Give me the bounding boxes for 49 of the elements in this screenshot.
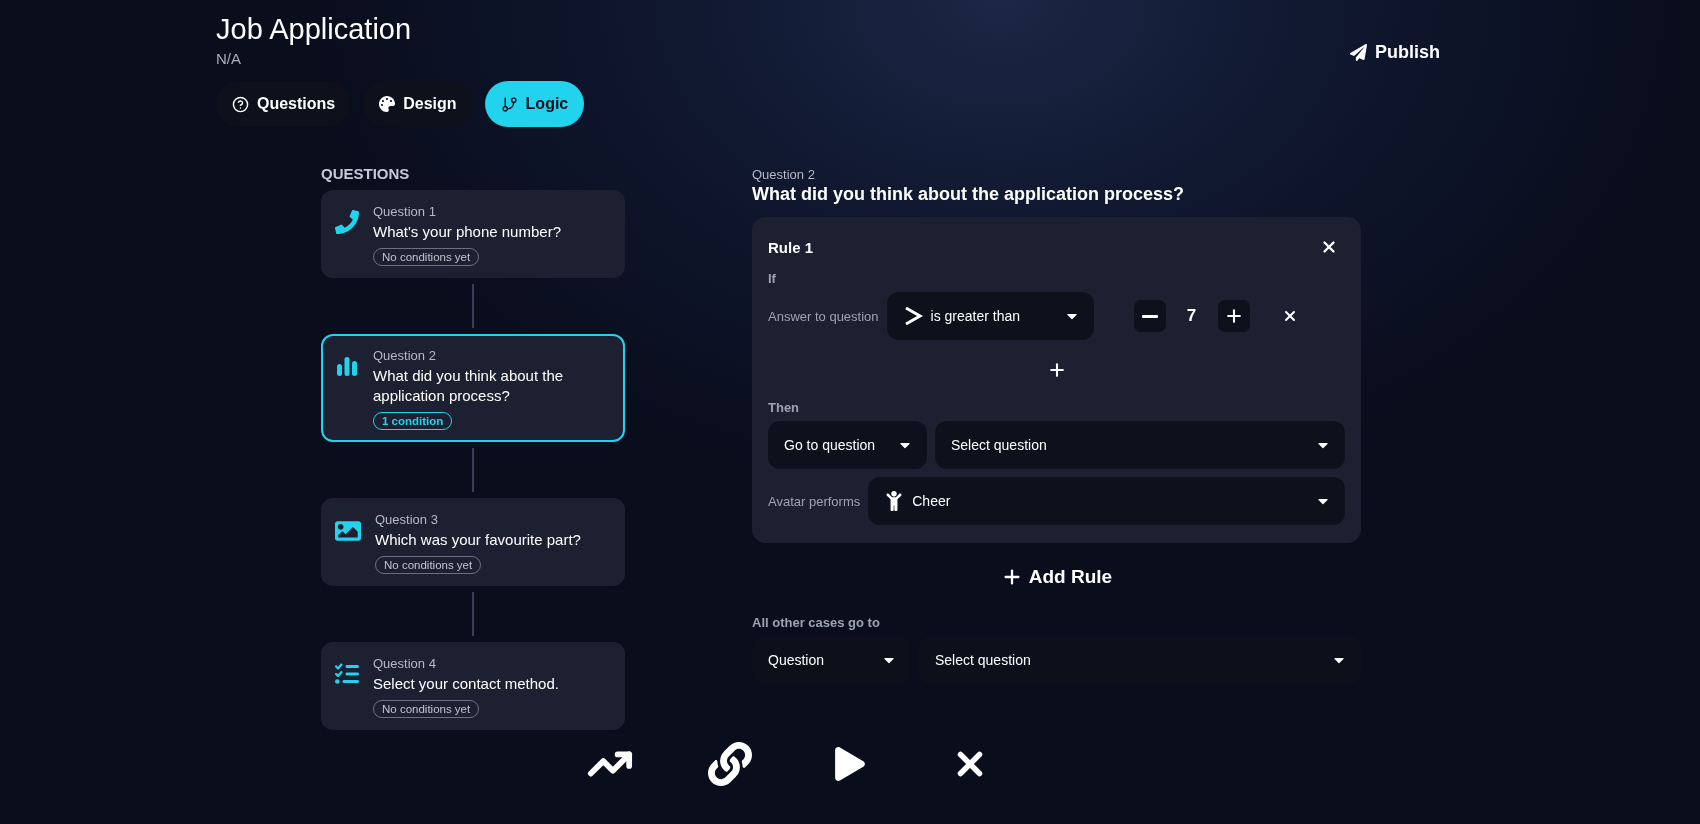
question-number: Question 3: [375, 512, 438, 527]
section-heading: QUESTIONS: [321, 165, 411, 182]
question-card[interactable]: Question 4 Select your contact method. No conditions yet: [321, 642, 625, 730]
play-icon[interactable]: [833, 747, 867, 781]
question-card[interactable]: Question 1 What's your phone number? No conditions yet: [321, 190, 625, 278]
palette-icon: [379, 96, 396, 112]
form-title: Job Application: [216, 12, 412, 46]
publish-button[interactable]: Publish: [1350, 38, 1440, 66]
question-number: Question 1: [373, 204, 436, 219]
question-text: What's your phone number?: [373, 222, 561, 242]
avatar-label: Avatar performs: [768, 493, 861, 509]
tab[interactable]: Design: [363, 81, 473, 127]
tab[interactable]: Questions: [216, 81, 352, 127]
decrement-button[interactable]: [1133, 300, 1166, 332]
fallback-label: All other cases go to: [752, 615, 881, 630]
question-card[interactable]: Question 2 What did you think about the application process? 1 condition: [321, 334, 625, 442]
phone-icon: [335, 210, 359, 234]
question-dropdown[interactable]: Select question: [919, 636, 1361, 684]
close-icon: [1320, 238, 1338, 256]
bar-chart-icon: [335, 354, 359, 378]
question-dropdown[interactable]: Select question: [935, 421, 1345, 469]
if-label: If: [768, 271, 777, 286]
question-text: What did you think about the application process?: [373, 366, 565, 406]
operator-dropdown[interactable]: is greater than: [886, 292, 1094, 340]
tab[interactable]: Logic: [484, 81, 585, 127]
condition-value: 7: [1185, 306, 1198, 326]
question-title: What did you think about the application process?: [752, 184, 1186, 205]
question-card[interactable]: Question 3 Which was your favourite part? No conditions yet: [321, 498, 625, 586]
question-number: Question 2: [373, 348, 436, 363]
rule-title: Rule 1: [768, 238, 813, 256]
form-subtitle: N/A: [216, 50, 242, 67]
avatar-dropdown[interactable]: Cheer: [868, 477, 1345, 525]
increment-button[interactable]: [1217, 300, 1250, 332]
checklist-icon: [335, 662, 359, 686]
type-dropdown[interactable]: Question: [752, 636, 911, 684]
question-number: Question 4: [373, 656, 436, 671]
paper-plane-icon: [1350, 43, 1367, 61]
question-text: Select your contact method.: [373, 674, 559, 694]
link-icon[interactable]: [708, 742, 752, 786]
branch-icon: [500, 95, 518, 113]
image-icon: [335, 518, 361, 544]
action-dropdown[interactable]: Go to question: [768, 421, 927, 469]
question-text: Which was your favourite part?: [375, 530, 581, 550]
condition-label: Answer to question: [768, 308, 879, 324]
minus-icon: [1141, 314, 1158, 318]
add-rule-button[interactable]: Add Rule: [994, 565, 1119, 589]
help-icon: [232, 95, 249, 113]
question-number: Question 2: [752, 167, 816, 182]
then-label: Then: [768, 400, 801, 415]
